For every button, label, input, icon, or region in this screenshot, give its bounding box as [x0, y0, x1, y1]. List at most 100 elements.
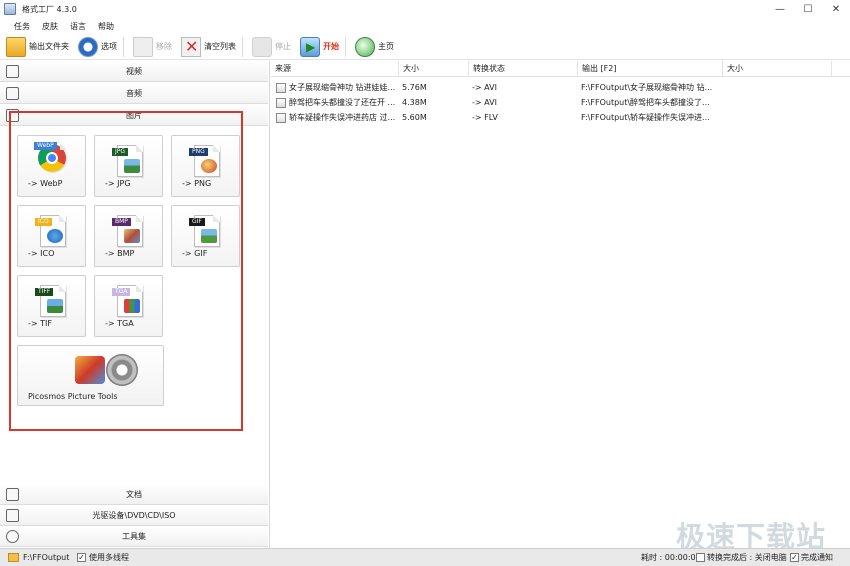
document-icon	[6, 487, 19, 501]
row-size: 5.76M	[402, 83, 427, 92]
picosmos-icon	[75, 356, 105, 384]
clear-list-label: 清空列表	[204, 42, 236, 51]
after-done-label: 转换完成后 : 关闭电脑	[707, 553, 787, 562]
video-file-icon	[276, 83, 286, 93]
tile-label: -> BMP	[105, 249, 135, 258]
stop-label: 停止	[275, 42, 291, 51]
png-file-icon: PNG	[189, 145, 220, 177]
convert-jpg-tile[interactable]: JPG -> JPG	[94, 135, 163, 197]
column-output[interactable]: 输出 [F2]	[578, 61, 723, 77]
category-disc[interactable]: 光驱设备\DVD\CD\ISO	[0, 505, 268, 526]
multithread-checkbox[interactable]: ✓	[77, 553, 86, 562]
convert-gif-tile[interactable]: GIF -> GIF	[171, 205, 240, 267]
table-row[interactable]: 轿车疑操作失误冲进药店 过... 5.60M -> FLV F:\FFOutpu…	[271, 110, 850, 125]
tile-label: -> PNG	[182, 179, 212, 188]
gif-file-icon: GIF	[189, 215, 220, 247]
column-size[interactable]: 大小	[399, 61, 469, 77]
table-row[interactable]: 醉驾把车头都撞没了还在开 ... 4.38M -> AVI F:\FFOutpu…	[271, 95, 850, 110]
tile-label: -> TGA	[105, 319, 134, 328]
remove-button[interactable]: 移除	[130, 35, 175, 59]
picture-icon	[6, 108, 19, 122]
png-badge: PNG	[189, 148, 208, 156]
app-icon	[4, 3, 16, 15]
column-source[interactable]: 来源	[271, 61, 399, 77]
start-icon	[300, 36, 320, 57]
notify-checkbox[interactable]: ✓	[790, 553, 799, 562]
options-button[interactable]: 选项	[75, 35, 120, 59]
category-disc-label: 光驱设备\DVD\CD\ISO	[92, 510, 176, 520]
start-button[interactable]: 开始	[297, 35, 342, 59]
clear-list-button[interactable]: 清空列表	[178, 35, 239, 59]
menu-help[interactable]: 帮助	[92, 21, 120, 32]
notify-label: 完成通知	[801, 553, 833, 562]
multithread-label: 使用多线程	[89, 553, 129, 562]
jpg-badge: JPG	[112, 148, 129, 156]
category-video[interactable]: 视频	[0, 61, 268, 82]
menu-skin[interactable]: 皮肤	[36, 21, 64, 32]
window-controls: — ☐ ✕	[766, 0, 850, 18]
category-document[interactable]: 文档	[0, 484, 268, 505]
table-row[interactable]: 女子展现缩骨神功 钻进娃娃... 5.76M -> AVI F:\FFOutpu…	[271, 80, 850, 95]
menu-bar: 任务 皮肤 语言 帮助	[0, 18, 850, 34]
output-folder-button[interactable]: 输出文件夹	[3, 35, 72, 59]
remove-label: 移除	[156, 42, 172, 51]
row-status: -> AVI	[472, 83, 497, 92]
tif-file-icon: TIFF	[35, 285, 66, 317]
column-output-size[interactable]: 大小	[723, 61, 832, 77]
menu-language[interactable]: 语言	[64, 21, 92, 32]
shapes-icon	[124, 299, 140, 313]
toolbar-separator	[123, 36, 124, 57]
remove-icon	[133, 36, 153, 57]
video-file-icon	[276, 113, 286, 123]
clear-icon	[181, 36, 201, 57]
maximize-button[interactable]: ☐	[794, 0, 822, 18]
convert-png-tile[interactable]: PNG -> PNG	[171, 135, 240, 197]
category-audio[interactable]: 音频	[0, 83, 268, 104]
stop-button[interactable]: 停止	[249, 35, 294, 59]
gear-icon	[106, 354, 138, 386]
column-status[interactable]: 转换状态	[469, 61, 578, 77]
convert-tif-tile[interactable]: TIFF -> TIF	[17, 275, 86, 337]
tools-icon	[6, 529, 19, 543]
after-done-checkbox[interactable]	[696, 553, 705, 562]
paint-icon	[124, 229, 140, 243]
home-label: 主页	[378, 42, 394, 51]
minimize-button[interactable]: —	[766, 0, 794, 18]
folder-icon	[6, 36, 26, 57]
webp-badge: WebP	[34, 142, 57, 150]
landscape-icon	[201, 229, 217, 243]
folder-icon[interactable]	[8, 553, 19, 562]
tif-badge: TIFF	[35, 288, 54, 296]
list-header: 来源 大小 转换状态 输出 [F2] 大小	[271, 61, 850, 77]
ico-badge: ICO	[35, 218, 52, 226]
toolbar-separator	[345, 36, 346, 57]
row-output-size	[726, 80, 826, 95]
bmp-badge: BMP	[112, 218, 131, 226]
menu-task[interactable]: 任务	[8, 21, 36, 32]
home-button[interactable]: 主页	[352, 35, 397, 59]
toolbar: 输出文件夹 选项 移除 清空列表 停止 开始 主页	[0, 34, 850, 60]
toolbar-separator	[242, 36, 243, 57]
output-folder-label: 输出文件夹	[29, 42, 69, 51]
convert-webp-tile[interactable]: WebP -> WebP	[17, 135, 86, 197]
output-path[interactable]: F:\FFOutput	[23, 549, 69, 566]
row-output: F:\FFOutput\醉驾把车头都撞没了...	[581, 98, 710, 107]
category-picture[interactable]: 图片	[0, 105, 268, 126]
picosmos-tools-tile[interactable]: Picosmos Picture Tools	[17, 345, 164, 406]
disc-drive-icon	[6, 508, 19, 522]
home-icon	[355, 36, 375, 57]
category-tools[interactable]: 工具集	[0, 526, 268, 547]
flower-icon	[201, 159, 217, 173]
options-icon	[78, 36, 98, 57]
start-label: 开始	[323, 42, 339, 51]
picosmos-label: Picosmos Picture Tools	[28, 392, 118, 401]
tile-label: -> ICO	[28, 249, 55, 258]
category-audio-label: 音频	[126, 88, 142, 98]
row-source: 女子展现缩骨神功 钻进娃娃...	[289, 83, 396, 92]
close-button[interactable]: ✕	[822, 0, 850, 18]
convert-bmp-tile[interactable]: BMP -> BMP	[94, 205, 163, 267]
title-bar: 格式工厂 4.3.0 — ☐ ✕	[0, 0, 850, 18]
convert-ico-tile[interactable]: ICO -> ICO	[17, 205, 86, 267]
convert-tga-tile[interactable]: TGA -> TGA	[94, 275, 163, 337]
tga-badge: TGA	[112, 288, 131, 296]
